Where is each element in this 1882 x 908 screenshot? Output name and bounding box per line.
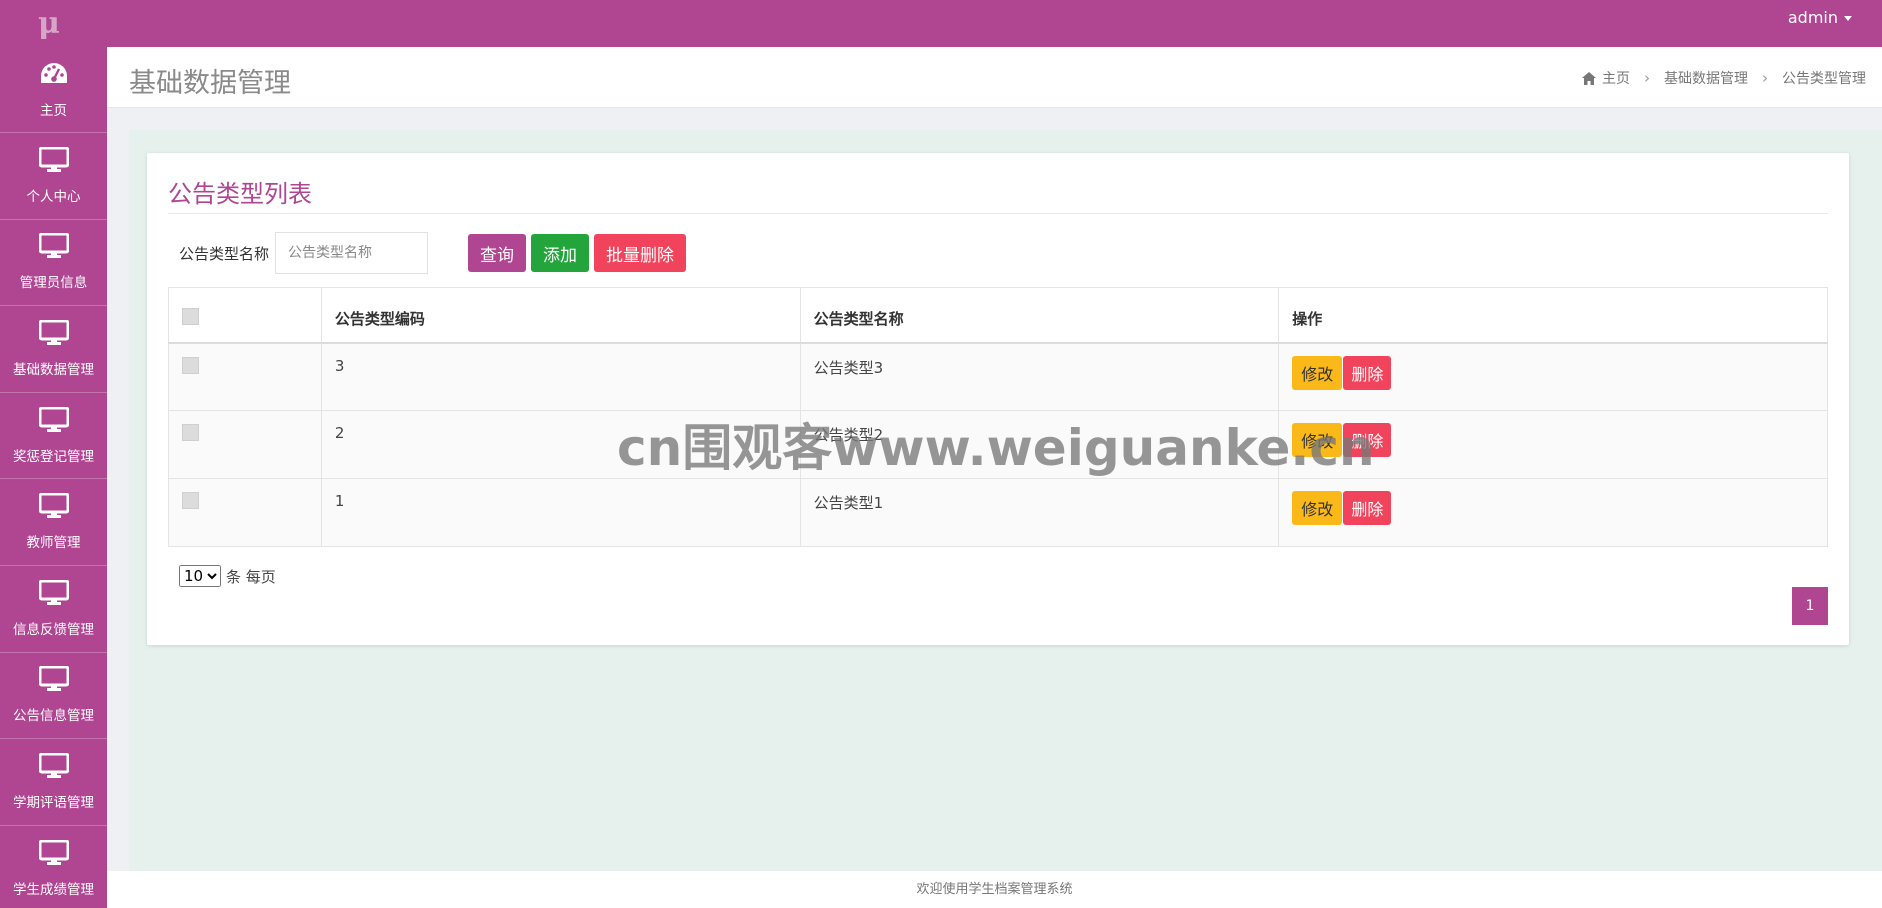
sidebar-item-admin-info[interactable]: 管理员信息: [0, 220, 107, 307]
divider: [168, 213, 1828, 214]
add-button[interactable]: 添加: [531, 234, 590, 272]
monitor-icon: [38, 839, 69, 870]
edit-button[interactable]: 修改: [1292, 491, 1343, 525]
sidebar-item-basic-data[interactable]: 基础数据管理: [0, 306, 107, 393]
row-select-cell: [168, 478, 322, 547]
monitor-icon: [38, 319, 69, 350]
breadcrumb: 主页 › 基础数据管理 › 公告类型管理: [1582, 68, 1866, 88]
search-row: 公告类型名称 查询 添加 批量删除: [179, 232, 687, 274]
row-checkbox[interactable]: [182, 424, 199, 441]
row-checkbox[interactable]: [182, 492, 199, 509]
edit-button[interactable]: 修改: [1292, 355, 1343, 390]
sidebar: 主页 个人中心 管理员信息 基础数据管理 奖惩登记管理 教师管理 信息反馈管理 …: [0, 47, 107, 908]
sidebar-item-label: 公告信息管理: [13, 708, 94, 725]
table-row: 3 公告类型3 修改 删除: [168, 342, 1828, 411]
breadcrumb-label: 公告类型管理: [1782, 71, 1866, 87]
delete-button[interactable]: 删除: [1343, 491, 1392, 525]
batch-delete-button[interactable]: 批量删除: [594, 234, 687, 272]
sidebar-item-rewards[interactable]: 奖惩登记管理: [0, 393, 107, 480]
monitor-icon: [38, 492, 69, 523]
actions-cell: 修改 删除: [1278, 478, 1828, 547]
column-header[interactable]: 公告类型名称: [799, 287, 1280, 344]
page-1-button[interactable]: 1: [1792, 587, 1828, 625]
user-name: admin: [1787, 8, 1838, 27]
watermark: cn围观客www.weiguanke.cn: [617, 419, 1375, 477]
page-header: 基础数据管理 主页 › 基础数据管理 › 公告类型管理: [107, 47, 1882, 108]
row-select-cell: [168, 342, 322, 411]
home-icon: [1582, 71, 1596, 85]
sidebar-item-label: 学生成绩管理: [13, 881, 94, 898]
monitor-icon: [38, 232, 69, 263]
actions-cell: 修改 删除: [1278, 342, 1828, 411]
sidebar-item-label: 主页: [40, 102, 67, 119]
breadcrumb-home[interactable]: 主页: [1582, 68, 1630, 88]
table-row: 1 公告类型1 修改 删除: [168, 478, 1828, 547]
top-bar: μ admin: [0, 0, 1882, 47]
type-code-cell: 1: [320, 478, 801, 547]
chevron-right-icon: ›: [1762, 69, 1768, 87]
type-name-cell: 公告类型3: [799, 342, 1280, 411]
table-header-row: 公告类型编码 公告类型名称 操作: [168, 287, 1828, 344]
sidebar-item-feedback[interactable]: 信息反馈管理: [0, 566, 107, 653]
sidebar-item-label: 信息反馈管理: [13, 621, 94, 638]
dashboard-icon: [39, 61, 69, 91]
sidebar-item-teachers[interactable]: 教师管理: [0, 479, 107, 566]
breadcrumb-label: 基础数据管理: [1664, 71, 1748, 87]
search-label: 公告类型名称: [179, 244, 270, 263]
query-button[interactable]: 查询: [468, 234, 527, 272]
row-checkbox[interactable]: [182, 356, 199, 374]
row-select-cell: [168, 410, 322, 479]
sidebar-item-grades[interactable]: 学生成绩管理: [0, 826, 107, 908]
breadcrumb-basic-data[interactable]: 基础数据管理: [1664, 68, 1748, 88]
sidebar-item-term-comments[interactable]: 学期评语管理: [0, 739, 107, 826]
app-logo[interactable]: μ: [38, 6, 60, 41]
page-size-control: 10 条 每页: [179, 565, 276, 587]
page-title: 基础数据管理: [129, 68, 291, 99]
column-header[interactable]: 公告类型编码: [320, 287, 801, 344]
footer: 欢迎使用学生档案管理系统: [107, 871, 1882, 908]
select-all-cell: [168, 287, 322, 344]
page-size-suffix: 条 每页: [226, 567, 276, 586]
chevron-right-icon: ›: [1644, 69, 1650, 87]
breadcrumb-label: 主页: [1602, 71, 1630, 87]
sidebar-item-label: 管理员信息: [19, 275, 88, 292]
monitor-icon: [38, 579, 69, 610]
monitor-icon: [38, 406, 69, 437]
caret-down-icon: [1844, 16, 1852, 21]
sidebar-item-home[interactable]: 主页: [0, 47, 107, 133]
breadcrumb-current: 公告类型管理: [1782, 68, 1866, 88]
monitor-icon: [38, 665, 69, 696]
delete-button[interactable]: 删除: [1343, 355, 1392, 390]
select-all-checkbox[interactable]: [182, 308, 199, 325]
sidebar-item-label: 个人中心: [26, 188, 81, 205]
sidebar-item-notices[interactable]: 公告信息管理: [0, 653, 107, 740]
search-input[interactable]: [275, 232, 429, 274]
list-panel: 公告类型列表 公告类型名称 查询 添加 批量删除 公告类型编码 公告类型名称 操…: [147, 153, 1849, 645]
type-name-cell: 公告类型1: [799, 478, 1280, 547]
monitor-icon: [38, 752, 69, 783]
monitor-icon: [38, 146, 69, 177]
sidebar-item-label: 学期评语管理: [13, 794, 94, 811]
sidebar-item-label: 基础数据管理: [13, 361, 94, 378]
sidebar-item-label: 奖惩登记管理: [13, 448, 94, 465]
type-code-cell: 3: [320, 342, 801, 411]
panel-title: 公告类型列表: [168, 180, 312, 208]
sidebar-item-personal-center[interactable]: 个人中心: [0, 133, 107, 220]
page-size-select[interactable]: 10: [179, 565, 221, 587]
sidebar-item-label: 教师管理: [26, 535, 81, 552]
user-menu[interactable]: admin: [1788, 8, 1852, 27]
column-header: 操作: [1278, 287, 1828, 344]
